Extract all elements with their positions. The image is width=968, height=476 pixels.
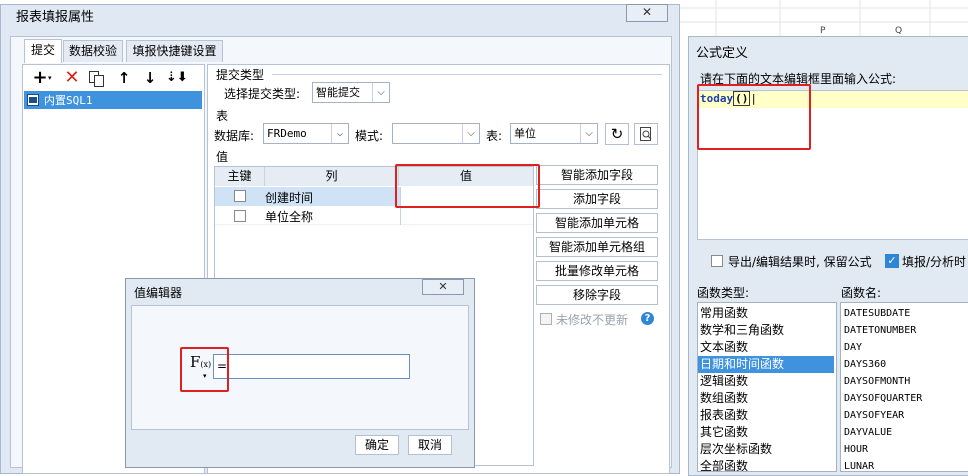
formula-window-title: 公式定义 <box>696 46 749 61</box>
function-name-item[interactable]: DAYS360 <box>841 356 965 373</box>
function-type-item[interactable]: 逻辑函数 <box>698 373 834 390</box>
unmodified-no-update-checkbox[interactable] <box>540 313 552 325</box>
submit-type-section-label: 提交类型 <box>216 68 265 82</box>
tree-item-builtin-sql[interactable]: 内置SQL1 <box>24 91 202 109</box>
chevron-down-icon: ⌵ <box>372 83 389 102</box>
column-header-key[interactable]: 主键 <box>215 167 265 186</box>
smart-add-cell-button[interactable]: 智能添加单元格 <box>536 213 658 233</box>
database-select[interactable]: FRDemo ⌵ <box>263 123 349 144</box>
database-label: 数据库: <box>214 129 255 143</box>
submit-type-value: 智能提交 <box>316 86 360 99</box>
add-field-button[interactable]: 添加字段 <box>536 189 658 209</box>
primary-key-checkbox[interactable] <box>234 190 246 202</box>
function-name-list[interactable]: DATESUBDATE DATETONUMBER DAY DAYS360 DAYSOFM… <box>840 302 968 472</box>
function-type-label: 函数类型: <box>697 286 750 300</box>
ok-button[interactable]: 确定 <box>355 435 399 455</box>
row-value-cell[interactable] <box>400 206 533 225</box>
move-up-icon[interactable]: ↑ <box>114 68 134 88</box>
function-type-list[interactable]: 常用函数 数学和三角函数 文本函数 日期和时间函数 逻辑函数 数组函数 报表函数 其它函数 层次… <box>697 302 837 472</box>
function-type-item[interactable]: 层次坐标函数 <box>698 441 834 458</box>
keep-formula-checkbox[interactable] <box>711 255 723 267</box>
move-down-icon[interactable]: ↓ <box>140 68 160 88</box>
copy-icon[interactable] <box>88 70 106 88</box>
function-name-item[interactable]: DAYSOFQUARTER <box>841 390 965 407</box>
remove-field-button[interactable]: 移除字段 <box>536 285 658 305</box>
help-icon[interactable]: ? <box>641 312 654 325</box>
close-button[interactable]: ✕ <box>422 279 464 295</box>
table-value: 单位 <box>514 127 536 140</box>
function-type-item[interactable]: 日期和时间函数 <box>698 356 834 373</box>
database-value: FRDemo <box>267 127 307 140</box>
function-name-item[interactable]: DAY <box>841 339 965 356</box>
tab-shortcut-settings[interactable]: 填报快捷键设置 <box>126 40 223 62</box>
cancel-button[interactable]: 取消 <box>408 435 452 455</box>
row-column-name: 创建时间 <box>265 191 314 205</box>
chevron-down-icon: ⌵ <box>580 124 597 143</box>
sort-icon[interactable]: ⇣⬇ <box>166 68 188 88</box>
chevron-down-icon[interactable]: ▾ <box>48 74 52 82</box>
chevron-down-icon: ⌵ <box>462 124 479 143</box>
value-input[interactable]: = <box>213 354 410 379</box>
mode-select[interactable]: ⌵ <box>392 123 480 144</box>
table-select[interactable]: 单位 ⌵ <box>510 123 598 144</box>
value-editor-title: 值编辑器 <box>134 286 183 300</box>
function-type-item[interactable]: 全部函数 <box>698 458 834 471</box>
fx-highlight <box>180 347 229 392</box>
table-label: 表: <box>486 129 503 143</box>
add-icon[interactable]: + <box>30 68 50 88</box>
tree-item-label: 内置SQL1 <box>44 94 93 107</box>
table-section-label: 表 <box>216 109 229 123</box>
chevron-down-icon: ⌵ <box>331 124 348 143</box>
fill-analysis-checkbox[interactable]: ✓ <box>885 254 899 268</box>
batch-modify-cells-button[interactable]: 批量修改单元格 <box>536 261 658 281</box>
function-name-label: 函数名: <box>841 286 882 300</box>
function-type-item[interactable]: 常用函数 <box>698 305 834 322</box>
function-name-item[interactable]: LUNAR <box>841 458 965 471</box>
refresh-icon[interactable]: ↻ <box>605 123 629 145</box>
row-column-name: 单位全称 <box>265 210 314 224</box>
tab-submit[interactable]: 提交 <box>24 39 62 63</box>
value-section-label: 值 <box>216 150 229 164</box>
tab-data-validation[interactable]: 数据校验 <box>63 40 123 62</box>
function-name-item[interactable]: DAYVALUE <box>841 424 965 441</box>
submit-type-select-label: 选择提交类型: <box>224 87 301 101</box>
function-name-item[interactable]: HOUR <box>841 441 965 458</box>
submit-type-select[interactable]: 智能提交 ⌵ <box>312 82 390 103</box>
primary-key-checkbox[interactable] <box>234 210 246 222</box>
function-type-item[interactable]: 报表函数 <box>698 407 834 424</box>
keep-formula-label: 导出/编辑结果时, 保留公式 <box>728 255 872 269</box>
close-button[interactable]: ✕ <box>626 4 668 22</box>
column-header-q: Q <box>895 26 903 36</box>
smart-add-cell-group-button[interactable]: 智能添加单元格组 <box>536 237 658 257</box>
window-title: 报表填报属性 <box>16 10 95 25</box>
value-column-highlight <box>395 164 540 208</box>
divider <box>272 74 662 75</box>
function-type-item[interactable]: 数学和三角函数 <box>698 322 834 339</box>
function-type-item[interactable]: 文本函数 <box>698 339 834 356</box>
column-header-column[interactable]: 列 <box>265 167 399 186</box>
function-type-item[interactable]: 数组函数 <box>698 390 834 407</box>
preview-button[interactable] <box>634 123 658 145</box>
function-name-item[interactable]: DAYSOFMONTH <box>841 373 965 390</box>
unmodified-no-update-label: 未修改不更新 <box>556 313 629 327</box>
fill-analysis-label: 填报/分析时 <box>902 255 967 269</box>
column-header-p: P <box>820 26 826 36</box>
database-table-icon <box>27 94 39 106</box>
delete-icon[interactable]: ✕ <box>62 68 82 88</box>
smart-add-field-button[interactable]: 智能添加字段 <box>536 165 658 185</box>
mode-label: 模式: <box>355 129 384 143</box>
function-name-item[interactable]: DATETONUMBER <box>841 322 965 339</box>
formula-highlight <box>697 84 811 150</box>
magnifier-icon <box>640 127 652 141</box>
function-name-item[interactable]: DAYSOFYEAR <box>841 407 965 424</box>
function-type-item[interactable]: 其它函数 <box>698 424 834 441</box>
function-name-item[interactable]: DATESUBDATE <box>841 305 965 322</box>
